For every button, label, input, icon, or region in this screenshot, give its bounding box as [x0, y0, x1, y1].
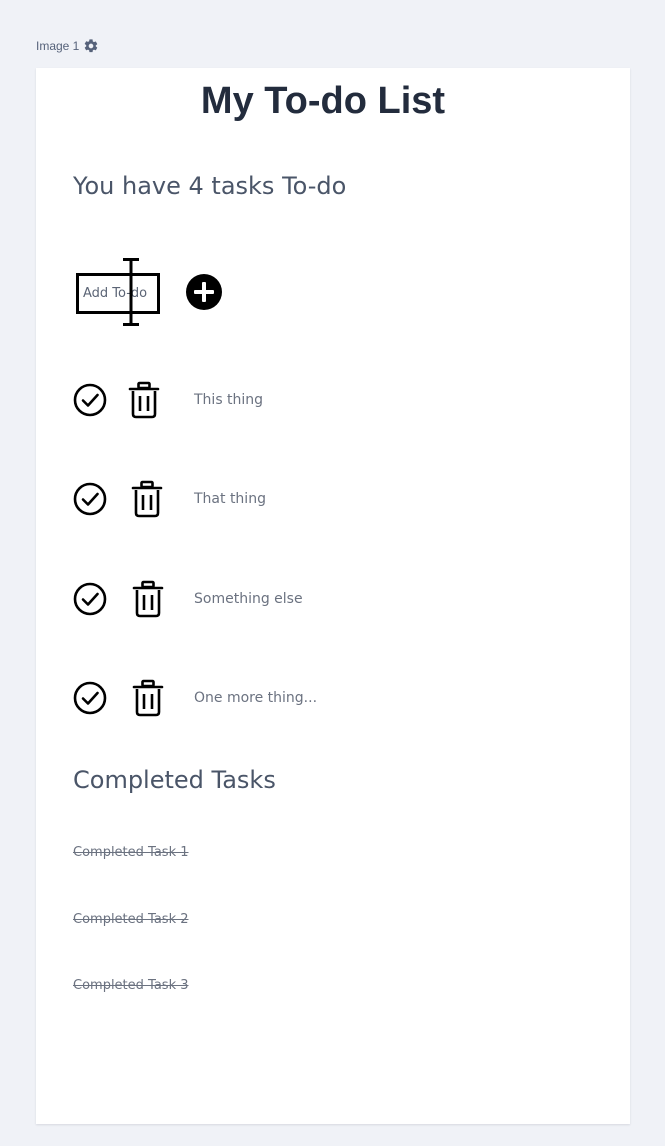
check-circle-icon	[73, 482, 107, 516]
completed-task-item: Completed Task 1	[73, 845, 189, 860]
todo-item: This thing	[72, 380, 592, 420]
image-caption: Image 1	[36, 38, 99, 54]
page-title: My To-do List	[200, 80, 446, 122]
trash-icon	[131, 480, 163, 518]
trash-icon	[132, 580, 164, 618]
todo-text: Something else	[194, 591, 303, 607]
add-todo-button[interactable]	[186, 274, 222, 310]
delete-todo-button[interactable]	[129, 479, 167, 519]
todo-text: That thing	[194, 491, 266, 507]
delete-todo-button[interactable]	[130, 678, 168, 718]
todo-item: That thing	[72, 479, 592, 519]
completed-task-item: Completed Task 3	[73, 978, 189, 993]
todo-text: One more thing...	[194, 690, 318, 706]
todo-item: Something else	[72, 579, 592, 619]
todo-card: My To-do List You have 4 tasks To-do Add…	[36, 68, 630, 1124]
complete-todo-button[interactable]	[72, 579, 110, 619]
add-todo-input[interactable]	[76, 273, 160, 314]
tasks-count-heading: You have 4 tasks To-do	[73, 172, 347, 200]
todo-text: This thing	[194, 392, 264, 408]
trash-icon	[128, 381, 160, 419]
completed-tasks-heading: Completed Tasks	[73, 766, 276, 794]
complete-todo-button[interactable]	[72, 479, 110, 519]
image-caption-label: Image 1	[36, 39, 80, 53]
completed-task-item: Completed Task 2	[73, 912, 189, 927]
delete-todo-button[interactable]	[126, 380, 164, 420]
todo-item: One more thing...	[72, 678, 592, 718]
delete-todo-button[interactable]	[130, 579, 168, 619]
check-circle-icon	[73, 681, 107, 715]
complete-todo-button[interactable]	[72, 678, 110, 718]
plus-circle-icon	[186, 274, 222, 310]
check-circle-icon	[73, 383, 107, 417]
gear-icon[interactable]	[83, 38, 99, 54]
complete-todo-button[interactable]	[72, 380, 110, 420]
trash-icon	[132, 679, 164, 717]
check-circle-icon	[73, 582, 107, 616]
